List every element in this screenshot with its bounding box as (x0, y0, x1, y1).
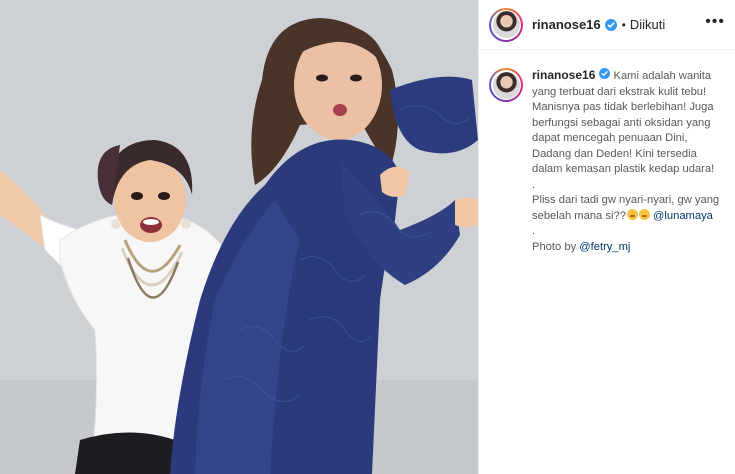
caption-verified-badge-icon (599, 68, 611, 79)
header-separator: • (621, 17, 626, 32)
thinking-face-icon (638, 208, 650, 220)
caption-line-5: Dadang dan Deden! Kini tersedia (532, 147, 697, 160)
more-options-icon[interactable]: ••• (705, 13, 725, 37)
caption-avatar-image (492, 71, 520, 99)
post-sidebar: rinanose16 • Diikuti ••• rinanose16 Kami… (478, 0, 735, 474)
caption-line-2: Manisnya pas tidak berlebihan! Juga (532, 101, 714, 113)
caption-line-1: yang terbuat dari ekstrak kulit tebu! (532, 85, 707, 98)
caption-line: rinanose16 Kami adalah wanita (532, 68, 725, 85)
caption-username[interactable]: rinanose16 (532, 68, 595, 82)
caption-line-4: dapat mencegah penuaan Dini, (532, 132, 688, 144)
caption-line-6: dalam kemasan plastik kedap udara! (532, 163, 715, 175)
caption-line-7: . (532, 178, 536, 191)
author-avatar[interactable] (489, 7, 523, 42)
header-username[interactable]: rinanose16 (532, 17, 601, 32)
thinking-face-icon (626, 208, 638, 220)
follow-status-button[interactable]: Diikuti (630, 17, 665, 32)
caption-line-10: . (532, 225, 536, 237)
caption-avatar-frame (491, 70, 521, 100)
photo-credit-label: Photo by (532, 240, 580, 253)
caption-avatar[interactable] (489, 68, 523, 102)
verified-badge-icon (604, 18, 617, 31)
post-photo[interactable] (0, 0, 478, 474)
mention-fetry-mj[interactable]: @fetry_mj (579, 241, 630, 253)
caption-line-9: sebelah mana si?? @lunamaya (532, 208, 725, 225)
avatar-image (492, 11, 520, 38)
caption-text: rinanose16 Kami adalah wanita yang terbu… (532, 68, 725, 255)
avatar-frame (491, 9, 521, 40)
mention-lunamaya[interactable]: @lunamaya (653, 210, 713, 222)
photo-illustration (0, 0, 478, 474)
caption-line-3: berfungsi sebagai anti oksidan yang (532, 116, 711, 129)
caption-line-8: Pliss dari tadi gw nyari-nyari, gw yang (532, 194, 720, 206)
caption-line-0: Kami adalah wanita (613, 70, 712, 82)
post-caption: rinanose16 Kami adalah wanita yang terbu… (479, 50, 735, 255)
caption-line-9-text: sebelah mana si?? (532, 209, 626, 222)
post-header: rinanose16 • Diikuti ••• (479, 0, 735, 50)
caption-line-11: Photo by @fetry_mj (532, 240, 725, 256)
